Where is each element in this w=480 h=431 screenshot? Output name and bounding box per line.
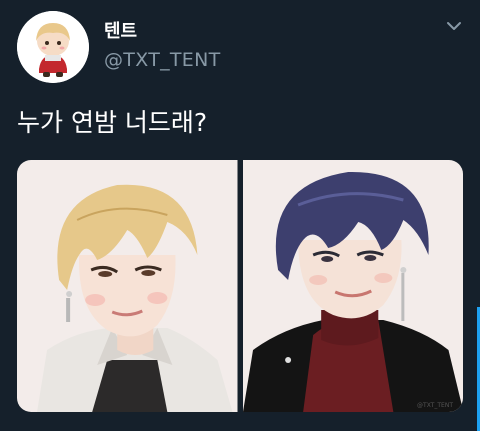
chevron-down-icon bbox=[447, 22, 461, 30]
display-name[interactable]: 텐트 bbox=[104, 17, 137, 43]
chibi-avatar-icon bbox=[17, 11, 89, 83]
tweet-menu-button[interactable] bbox=[442, 14, 466, 38]
tweet-text: 누가 연밤 너드래? bbox=[17, 108, 208, 137]
user-handle[interactable]: @TXT_TENT bbox=[104, 49, 221, 71]
tweet-media[interactable]: @TXT_TENT bbox=[17, 160, 463, 412]
media-image-right[interactable]: @TXT_TENT bbox=[242, 160, 463, 412]
avatar[interactable] bbox=[17, 11, 89, 83]
media-watermark: @TXT_TENT bbox=[417, 402, 453, 409]
media-image-left[interactable] bbox=[17, 160, 238, 412]
